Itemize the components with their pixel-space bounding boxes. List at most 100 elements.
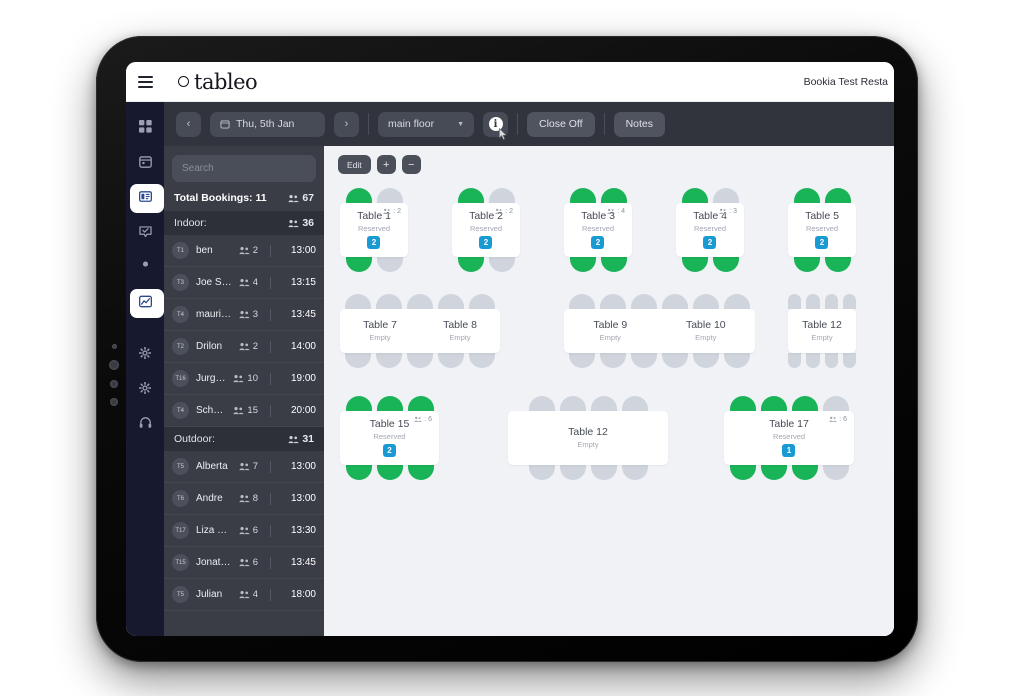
- sidebar-item-headset[interactable]: [126, 408, 164, 441]
- seat[interactable]: [345, 188, 372, 203]
- seat[interactable]: [788, 353, 802, 368]
- booking-row[interactable]: T15 Jonathan Azzopa... 6 13:45: [164, 547, 324, 579]
- plan-canvas[interactable]: : 2 Table 1 Reserved 2 : 2 Table 2 Reserved 2 : …: [324, 176, 894, 636]
- seat[interactable]: [376, 465, 403, 480]
- seat[interactable]: [559, 465, 586, 480]
- seat[interactable]: [528, 465, 555, 480]
- table-card[interactable]: Table 12 Empty: [788, 309, 856, 353]
- seat[interactable]: [724, 353, 750, 368]
- seat[interactable]: [345, 465, 372, 480]
- sidebar-item-person[interactable]: [126, 252, 164, 285]
- seat[interactable]: [469, 294, 495, 309]
- table-group[interactable]: : 6 Table 15 Reserved 2: [340, 396, 439, 480]
- table-card[interactable]: : 3 Table 4 Reserved 2: [676, 203, 744, 257]
- seat[interactable]: [438, 294, 464, 309]
- seat[interactable]: [407, 353, 433, 368]
- table-card[interactable]: : 6 Table 15 Reserved 2: [340, 411, 439, 465]
- seat[interactable]: [824, 353, 838, 368]
- seat[interactable]: [681, 257, 708, 272]
- table-group[interactable]: : 2 Table 2 Reserved 2: [452, 188, 520, 272]
- seat[interactable]: [488, 257, 515, 272]
- seat[interactable]: [662, 294, 688, 309]
- seat[interactable]: [376, 257, 403, 272]
- sidebar-item-chat-bubble[interactable]: [126, 217, 164, 250]
- seat[interactable]: [621, 396, 648, 411]
- seat[interactable]: [600, 257, 627, 272]
- seat[interactable]: [590, 396, 617, 411]
- notes-button[interactable]: Notes: [613, 111, 666, 137]
- next-day-button[interactable]: ›: [334, 111, 359, 137]
- seat[interactable]: [569, 188, 596, 203]
- booking-row[interactable]: T3 Joe Sammut 4 13:15: [164, 267, 324, 299]
- table-card[interactable]: Table 7 Empty Table 8 Empty: [340, 309, 500, 353]
- table-group[interactable]: Table 12 Empty: [788, 294, 856, 368]
- table-group[interactable]: : 2 Table 1 Reserved 2: [340, 188, 408, 272]
- seat[interactable]: [760, 396, 787, 411]
- seat[interactable]: [806, 294, 820, 309]
- seat[interactable]: [631, 353, 657, 368]
- seat[interactable]: [788, 294, 802, 309]
- seat[interactable]: [793, 257, 820, 272]
- table-card[interactable]: : 4 Table 3 Reserved 2: [564, 203, 632, 257]
- table-card[interactable]: Table 12 Empty: [508, 411, 668, 465]
- seat[interactable]: [842, 294, 856, 309]
- seat[interactable]: [345, 294, 371, 309]
- seat[interactable]: [376, 396, 403, 411]
- seat[interactable]: [600, 294, 626, 309]
- seat[interactable]: [842, 353, 856, 368]
- seat[interactable]: [559, 396, 586, 411]
- booking-row[interactable]: T4 mauricio suarez ... 3 13:45: [164, 299, 324, 331]
- menu-button[interactable]: [126, 62, 164, 102]
- seat[interactable]: [693, 294, 719, 309]
- seat[interactable]: [631, 294, 657, 309]
- info-button[interactable]: i: [483, 111, 508, 140]
- search-input[interactable]: Search: [172, 155, 316, 182]
- zoom-in-button[interactable]: +: [376, 155, 396, 174]
- table-card[interactable]: : 2 Table 2 Reserved 2: [452, 203, 520, 257]
- table-card[interactable]: : 6 Table 17 Reserved 1: [724, 411, 854, 465]
- seat[interactable]: [793, 188, 820, 203]
- booking-row[interactable]: T5 Alberta 7 13:00: [164, 451, 324, 483]
- sidebar-item-chart[interactable]: [126, 287, 164, 320]
- seat[interactable]: [791, 465, 818, 480]
- seat[interactable]: [681, 188, 708, 203]
- seat[interactable]: [621, 465, 648, 480]
- table-group[interactable]: : 6 Table 17 Reserved 1: [724, 396, 854, 480]
- table-group[interactable]: Table 5 Reserved 2: [788, 188, 856, 272]
- booking-row[interactable]: T5 Julian 4 18:00: [164, 579, 324, 611]
- table-group[interactable]: Table 9 Empty Table 10 Empty: [564, 294, 755, 368]
- seat[interactable]: [824, 257, 851, 272]
- seat[interactable]: [488, 188, 515, 203]
- table-card[interactable]: Table 9 Empty Table 10 Empty: [564, 309, 755, 353]
- seat[interactable]: [376, 294, 402, 309]
- seat[interactable]: [569, 294, 595, 309]
- seat[interactable]: [822, 396, 849, 411]
- booking-row[interactable]: T2 Drilon 2 14:00: [164, 331, 324, 363]
- sidebar-item-table-layout[interactable]: [126, 182, 164, 215]
- seat[interactable]: [600, 353, 626, 368]
- table-card[interactable]: : 2 Table 1 Reserved 2: [340, 203, 408, 257]
- seat[interactable]: [822, 465, 849, 480]
- seat[interactable]: [438, 353, 464, 368]
- booking-row[interactable]: T4 Schembri 15 20:00: [164, 395, 324, 427]
- seat[interactable]: [590, 465, 617, 480]
- seat[interactable]: [345, 396, 372, 411]
- seat[interactable]: [569, 353, 595, 368]
- seat[interactable]: [824, 294, 838, 309]
- seat[interactable]: [407, 294, 433, 309]
- seat[interactable]: [469, 353, 495, 368]
- seat[interactable]: [729, 396, 756, 411]
- edit-button[interactable]: Edit: [338, 155, 371, 174]
- seat[interactable]: [662, 353, 688, 368]
- seat[interactable]: [345, 257, 372, 272]
- zoom-out-button[interactable]: −: [401, 155, 421, 174]
- seat[interactable]: [693, 353, 719, 368]
- close-off-button[interactable]: Close Off: [527, 111, 595, 137]
- seat[interactable]: [760, 465, 787, 480]
- seat[interactable]: [712, 257, 739, 272]
- seat[interactable]: [457, 188, 484, 203]
- table-group[interactable]: : 4 Table 3 Reserved 2: [564, 188, 632, 272]
- seat[interactable]: [724, 294, 750, 309]
- date-picker[interactable]: Thu, 5th Jan: [210, 111, 325, 137]
- seat[interactable]: [528, 396, 555, 411]
